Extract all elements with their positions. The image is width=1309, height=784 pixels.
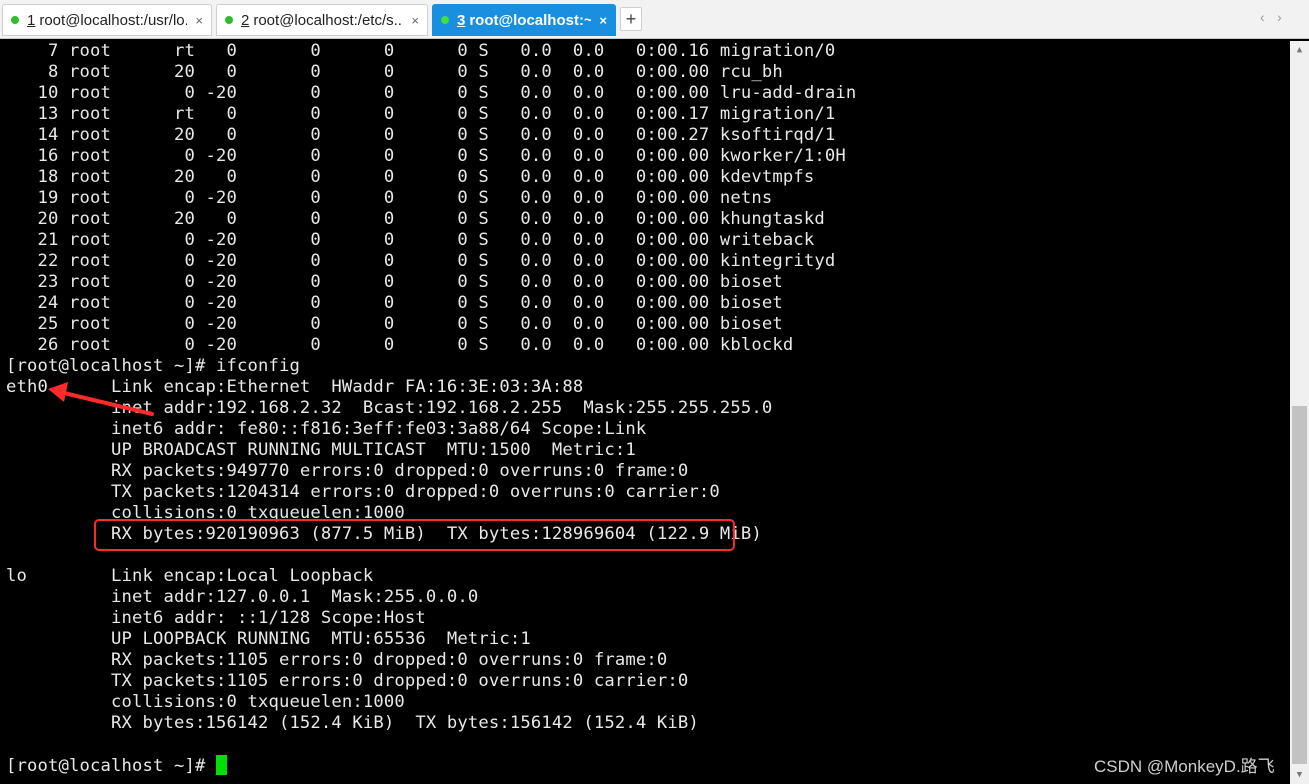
terminal-line: TX packets:1105 errors:0 dropped:0 overr…: [6, 671, 689, 691]
annotation-arrow-icon: [48, 382, 154, 416]
annotation-highlight-box: [94, 519, 735, 551]
tab-title: root@localhost:/usr/lo...: [39, 11, 188, 29]
watermark: CSDN @MonkeyD.路飞: [1094, 757, 1275, 776]
terminal-line: TX packets:1204314 errors:0 dropped:0 ov…: [6, 482, 720, 502]
close-icon[interactable]: ×: [411, 13, 419, 28]
tab-title: root@localhost:~: [469, 11, 592, 29]
terminal-line: inet6 addr: ::1/128 Scope:Host: [6, 608, 426, 628]
tab-number: 1: [27, 11, 36, 29]
tab-session-1[interactable]: 1 root@localhost:/usr/lo... ×: [2, 4, 212, 36]
terminal-line: 22 root 0 -20 0 0 0 S 0.0 0.0 0:00.00 ki…: [6, 251, 836, 271]
terminal-line: 21 root 0 -20 0 0 0 S 0.0 0.0 0:00.00 wr…: [6, 230, 815, 250]
tab-session-3[interactable]: 3 root@localhost:~ ×: [432, 4, 616, 36]
terminal-line: 7 root rt 0 0 0 0 S 0.0 0.0 0:00.16 migr…: [6, 41, 836, 61]
scroll-up-arrow-icon[interactable]: ▲: [1290, 41, 1309, 59]
terminal-line: 8 root 20 0 0 0 0 S 0.0 0.0 0:00.00 rcu_…: [6, 62, 783, 82]
terminal-line: 25 root 0 -20 0 0 0 S 0.0 0.0 0:00.00 bi…: [6, 314, 783, 334]
terminal-line: 19 root 0 -20 0 0 0 S 0.0 0.0 0:00.00 ne…: [6, 188, 773, 208]
terminal-line: 24 root 0 -20 0 0 0 S 0.0 0.0 0:00.00 bi…: [6, 293, 783, 313]
tab-title: root@localhost:/etc/s...: [253, 11, 404, 29]
tab-session-2[interactable]: 2 root@localhost:/etc/s... ×: [216, 4, 428, 36]
status-dot-icon: [11, 16, 19, 24]
terminal-line: lo Link encap:Local Loopback: [6, 566, 374, 586]
close-icon[interactable]: ×: [599, 13, 607, 28]
scroll-down-arrow-icon[interactable]: ▼: [1290, 766, 1309, 784]
terminal-line: RX packets:949770 errors:0 dropped:0 ove…: [6, 461, 689, 481]
tab-number: 3: [457, 11, 466, 29]
terminal-line: inet addr:127.0.0.1 Mask:255.0.0.0: [6, 587, 479, 607]
terminal-line: 16 root 0 -20 0 0 0 S 0.0 0.0 0:00.00 kw…: [6, 146, 846, 166]
tab-bar: 1 root@localhost:/usr/lo... × 2 root@loc…: [0, 0, 1309, 39]
close-icon[interactable]: ×: [195, 13, 203, 28]
shell-prompt: [root@localhost ~]#: [6, 756, 216, 776]
terminal-line: 20 root 20 0 0 0 0 S 0.0 0.0 0:00.00 khu…: [6, 209, 825, 229]
chevron-right-icon[interactable]: ›: [1277, 9, 1282, 25]
terminal-cursor: [215, 755, 227, 775]
terminal-line: inet addr:192.168.2.32 Bcast:192.168.2.2…: [6, 398, 773, 418]
terminal-line: collisions:0 txqueuelen:1000: [6, 692, 405, 712]
terminal-line: 18 root 20 0 0 0 0 S 0.0 0.0 0:00.00 kde…: [6, 167, 815, 187]
terminal-line: RX bytes:156142 (152.4 KiB) TX bytes:156…: [6, 713, 699, 733]
tab-number: 2: [241, 11, 250, 29]
terminal-line: inet6 addr: fe80::f816:3eff:fe03:3a88/64…: [6, 419, 647, 439]
terminal-line: UP BROADCAST RUNNING MULTICAST MTU:1500 …: [6, 440, 636, 460]
terminal-line: RX packets:1105 errors:0 dropped:0 overr…: [6, 650, 668, 670]
terminal-line: 14 root 20 0 0 0 0 S 0.0 0.0 0:00.27 kso…: [6, 125, 836, 145]
status-dot-icon: [441, 16, 449, 24]
new-tab-button[interactable]: +: [620, 7, 642, 31]
terminal-line: UP LOOPBACK RUNNING MTU:65536 Metric:1: [6, 629, 531, 649]
terminal-output[interactable]: 7 root rt 0 0 0 0 S 0.0 0.0 0:00.16 migr…: [0, 41, 1290, 784]
vertical-scrollbar[interactable]: ▲ ▼: [1290, 41, 1309, 784]
terminal-line: 13 root rt 0 0 0 0 S 0.0 0.0 0:00.17 mig…: [6, 104, 836, 124]
scrollbar-thumb[interactable]: [1292, 406, 1307, 764]
terminal-line: 10 root 0 -20 0 0 0 S 0.0 0.0 0:00.00 lr…: [6, 83, 857, 103]
terminal-line: 23 root 0 -20 0 0 0 S 0.0 0.0 0:00.00 bi…: [6, 272, 783, 292]
status-dot-icon: [225, 16, 233, 24]
terminal-line: eth0 Link encap:Ethernet HWaddr FA:16:3E…: [6, 377, 584, 397]
terminal-line: [root@localhost ~]# ifconfig: [6, 356, 300, 376]
terminal-line: 26 root 0 -20 0 0 0 S 0.0 0.0 0:00.00 kb…: [6, 335, 794, 355]
chevron-left-icon[interactable]: ‹: [1260, 9, 1265, 25]
